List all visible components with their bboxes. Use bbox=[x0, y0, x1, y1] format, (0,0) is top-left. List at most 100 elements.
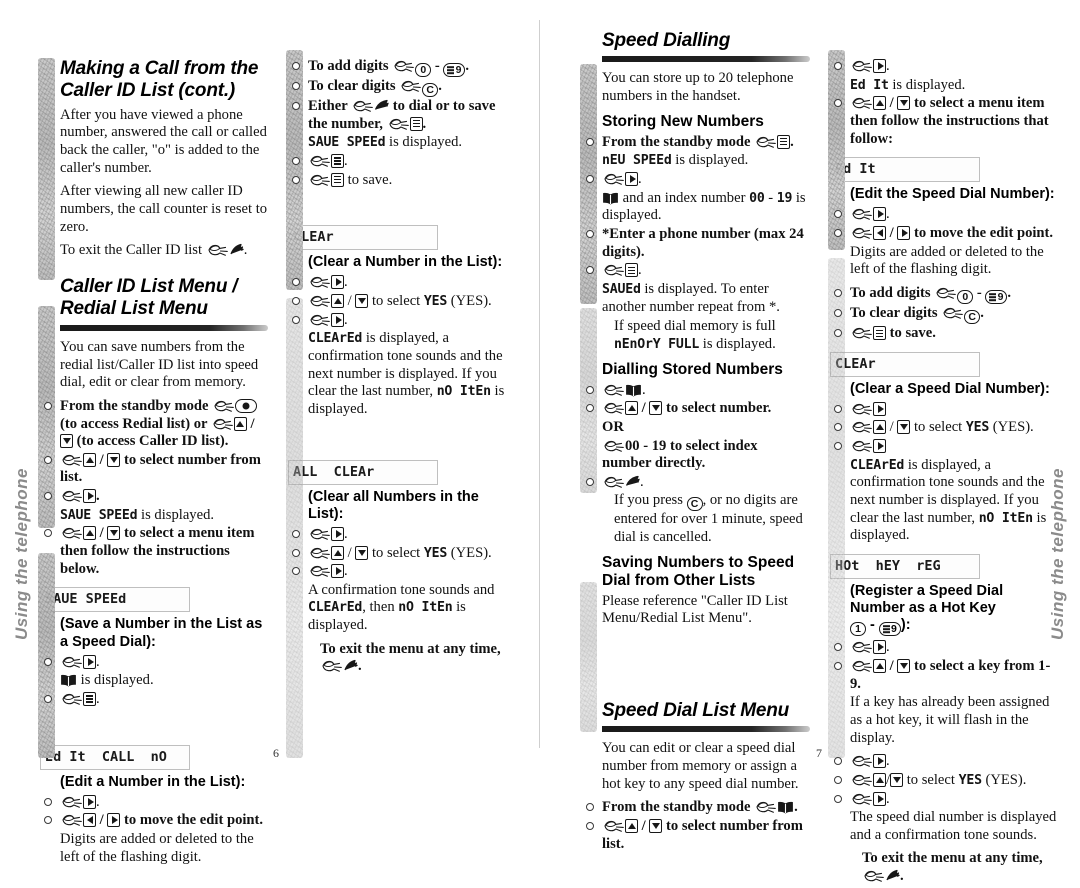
end-call-key-icon bbox=[885, 869, 900, 882]
right-arrow-key-icon bbox=[873, 401, 886, 416]
down-arrow-key-icon bbox=[355, 294, 369, 309]
bullet-marker bbox=[834, 229, 842, 238]
pointing-hand-icon bbox=[310, 295, 331, 308]
step-clear-digits: To clear digits C. bbox=[834, 305, 1058, 325]
step-period: . bbox=[422, 115, 427, 132]
bullet-marker bbox=[834, 661, 842, 670]
step-text: To clear digits bbox=[308, 78, 400, 94]
note-edit-digits: Digits are added or deleted to the left … bbox=[60, 831, 254, 865]
step-period: . bbox=[790, 133, 794, 150]
step-period: . bbox=[886, 58, 890, 74]
pointing-hand-icon bbox=[62, 656, 83, 669]
lcd-label-all-clear: ALL CLEAr bbox=[288, 459, 438, 485]
bullet-marker bbox=[292, 297, 300, 306]
result-text: A confirmation tone sounds and bbox=[308, 581, 495, 598]
bullet-marker bbox=[586, 477, 594, 486]
down-arrow-key-icon bbox=[649, 401, 663, 416]
step-slash: / bbox=[344, 293, 356, 310]
step-add-digits: To add digits 0 - 9. bbox=[834, 285, 1058, 305]
step-text: to move the edit point. bbox=[120, 812, 264, 829]
step-text: to select bbox=[903, 771, 959, 788]
pointing-hand-icon bbox=[852, 440, 873, 453]
pointing-hand-icon bbox=[852, 421, 873, 434]
digit-0-key-icon: 0 bbox=[957, 290, 974, 305]
step-text-3: (to access Caller ID list). bbox=[73, 433, 229, 450]
note-text: If speed dial memory is full bbox=[614, 318, 776, 335]
phonebook-key-icon bbox=[625, 384, 642, 397]
note-text-2: is displayed. bbox=[699, 335, 776, 352]
exit-key-line: . bbox=[320, 658, 516, 676]
left-arrow-key-icon bbox=[873, 226, 886, 241]
step-text: to move the edit point. bbox=[910, 225, 1054, 242]
pointing-hand-icon bbox=[62, 490, 83, 503]
step-text: From the standby mode bbox=[60, 397, 213, 414]
note-edit-digits: Digits are added or deleted to the left … bbox=[850, 243, 1044, 278]
phonebook-key-icon bbox=[602, 192, 619, 205]
pointing-hand-icon bbox=[604, 264, 625, 277]
exit-period: . bbox=[358, 658, 362, 675]
step-text: to select bbox=[910, 419, 966, 436]
bullet-marker bbox=[292, 315, 300, 324]
hotkey-heading-suffix: ): bbox=[900, 617, 911, 634]
lcd-label-clear: CLEAr bbox=[830, 351, 980, 377]
pointing-hand-icon bbox=[388, 118, 410, 131]
lcd-text: ALL CLEAr bbox=[293, 463, 375, 480]
pointing-hand-icon bbox=[62, 796, 83, 809]
step-period: . bbox=[886, 639, 890, 656]
left-arrow-key-icon bbox=[83, 813, 96, 828]
right-arrow-key-icon bbox=[873, 59, 886, 73]
bullet-marker bbox=[292, 156, 300, 165]
side-tab-left: Using the telephone bbox=[12, 468, 31, 640]
hk-step-right: . bbox=[834, 639, 1058, 657]
result-text-2: , then bbox=[362, 599, 399, 616]
lcd-label-edit: Ed It bbox=[830, 157, 980, 183]
lcd-text: nEU SPEEd bbox=[602, 153, 672, 169]
pointing-hand-icon bbox=[208, 244, 229, 257]
down-arrow-key-icon bbox=[355, 545, 369, 560]
sdl-step-select-number: / to select number from list. bbox=[586, 818, 810, 853]
step-period: . bbox=[886, 790, 890, 807]
step-text-2: (YES). bbox=[447, 544, 492, 561]
exit-menu-note: To exit the menu at any time, . bbox=[308, 641, 516, 676]
pointing-hand-icon bbox=[62, 527, 83, 540]
lcd-yes: YES bbox=[965, 420, 990, 436]
step-text: to select number. bbox=[662, 400, 772, 417]
step-select-menu-item: / to select a menu item then follow the … bbox=[834, 95, 1058, 148]
bullet-marker bbox=[44, 529, 52, 538]
bullet-marker bbox=[834, 329, 842, 338]
digit-0-key-icon: 0 bbox=[415, 63, 432, 77]
bullet-marker bbox=[834, 775, 842, 784]
step-press-menu: . bbox=[292, 153, 516, 171]
lcd-memory-full: nEnOrY FULL bbox=[614, 336, 700, 352]
para-exit-caller-id-list: To exit the Caller ID list . bbox=[60, 242, 268, 260]
section-rule bbox=[60, 324, 268, 331]
pointing-hand-icon bbox=[864, 870, 885, 883]
down-arrow-key-icon bbox=[890, 772, 904, 787]
pointing-hand-icon bbox=[756, 136, 777, 149]
line-text: is displayed. bbox=[385, 134, 463, 151]
save-step-right: . bbox=[44, 654, 268, 672]
pointing-hand-icon bbox=[310, 276, 331, 289]
page-number-left: 6 bbox=[273, 746, 279, 760]
column-texture-strip-3 bbox=[580, 582, 597, 732]
bullet-marker bbox=[834, 289, 842, 298]
pointing-hand-icon bbox=[310, 174, 331, 187]
clear-step-select-yes: / to select YES (YES). bbox=[834, 419, 1058, 437]
line-text: is displayed. bbox=[671, 152, 749, 169]
column-texture-strip-lower bbox=[286, 298, 303, 758]
pointing-hand-icon bbox=[852, 793, 873, 806]
step-slash: / bbox=[246, 415, 255, 432]
bullet-marker bbox=[44, 816, 52, 825]
para-allclear-result: A confirmation tone sounds and CLEArEd, … bbox=[308, 582, 516, 635]
para-clear-result: CLEArEd is displayed, a confirmation ton… bbox=[850, 457, 1058, 545]
lcd-index-min: 00 bbox=[749, 190, 765, 206]
step-slash: / bbox=[96, 451, 108, 468]
lcd-yes: YES bbox=[423, 294, 448, 310]
lcd-text: SAUE SPEEd bbox=[60, 507, 138, 523]
para-saved-result: SAUEd is displayed. To enter another num… bbox=[602, 281, 810, 316]
lcd-label-edit-call-no: Ed It CALL nO bbox=[40, 744, 190, 770]
digit-9-key-icon: 9 bbox=[985, 290, 1008, 305]
lcd-text: HOt hEY rEG bbox=[835, 558, 941, 575]
bullet-marker bbox=[292, 529, 300, 538]
clear-step-confirm bbox=[834, 438, 1058, 456]
